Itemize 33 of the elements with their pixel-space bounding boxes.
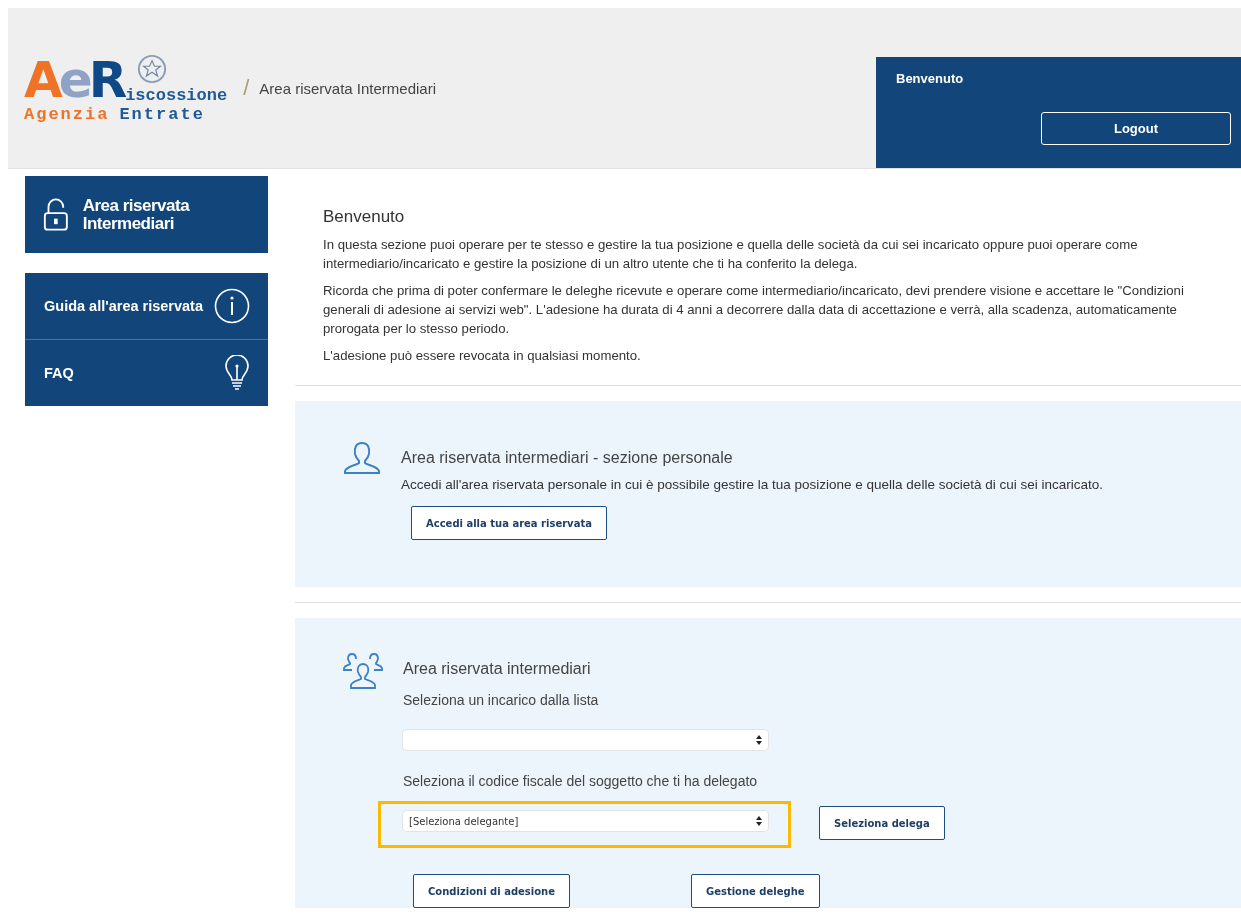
- logo-tagline: Agenzia Entrate: [24, 105, 206, 124]
- padlock-icon: [43, 196, 69, 233]
- access-area-button[interactable]: Accedi alla tua area riservata: [411, 506, 607, 540]
- section-title: Area riservata intermediari: [403, 660, 592, 678]
- welcome-text: Benvenuto: [896, 71, 965, 86]
- user-icon: [343, 441, 381, 475]
- logo-mark: AeR: [24, 55, 124, 105]
- section-description: Accedi all'area riservata personale in cui è possibile gestire la tua posizione e quella delle società di cui sei incaricato.: [401, 477, 1103, 492]
- breadcrumb-link[interactable]: Area riservata Intermediari: [259, 79, 437, 97]
- logo-wordmark: iscossione: [125, 86, 228, 105]
- field-label: Seleziona il codice fiscale del soggetto che ti ha delegato: [403, 773, 759, 789]
- sidebar-item[interactable]: Guida all'area riservata: [25, 273, 268, 340]
- users-group-icon: [343, 652, 383, 690]
- sidebar-title: Area riservata Intermediari: [82, 196, 191, 233]
- select-delegation-button[interactable]: Seleziona delega: [819, 806, 945, 840]
- info-icon: [214, 288, 250, 324]
- breadcrumb-separator: /: [243, 75, 250, 101]
- section-title: Area riservata intermediari - sezione personale: [401, 449, 734, 467]
- welcome-heading: Benvenuto: [323, 207, 406, 227]
- intro-paragraph: In questa sezione puoi operare per te stesso e gestire la tua posizione e quella delle società da cui sei incaricato oppure puoi operare come intermediario/incaricato e gestire la posizione di un altro utente che ti ha conferito la delega.: [323, 236, 1139, 273]
- action-button[interactable]: Gestione deleghe: [690, 874, 820, 908]
- dropdown-caret-icon: [756, 735, 762, 745]
- logout-button[interactable]: Logout: [1041, 112, 1231, 145]
- lightbulb-icon: [224, 355, 250, 391]
- intro-paragraph: L'adesione può essere revocata in qualsiasi momento.: [323, 347, 642, 365]
- dropdown-field[interactable]: [403, 730, 768, 750]
- emblem-icon: [137, 52, 168, 86]
- dropdown-field[interactable]: [Seleziona delegante]: [403, 811, 768, 831]
- field-label: Seleziona un incarico dalla lista: [403, 692, 600, 708]
- action-button[interactable]: Condizioni di adesione: [413, 874, 570, 908]
- sidebar-item[interactable]: FAQ: [25, 340, 268, 406]
- intro-paragraph: Ricorda che prima di poter confermare le deleghe ricevute e operare come intermediario/incaricato, devi prendere visione e accettare le "Condizioni generali di adesione ai servizi web". L'adesione ha durata di 4 anni a decorrere dalla data di accettazione e verrà, alla scadenza, automaticamente prorogata per lo stesso periodo.: [323, 282, 1185, 338]
- dropdown-caret-icon: [756, 816, 762, 826]
